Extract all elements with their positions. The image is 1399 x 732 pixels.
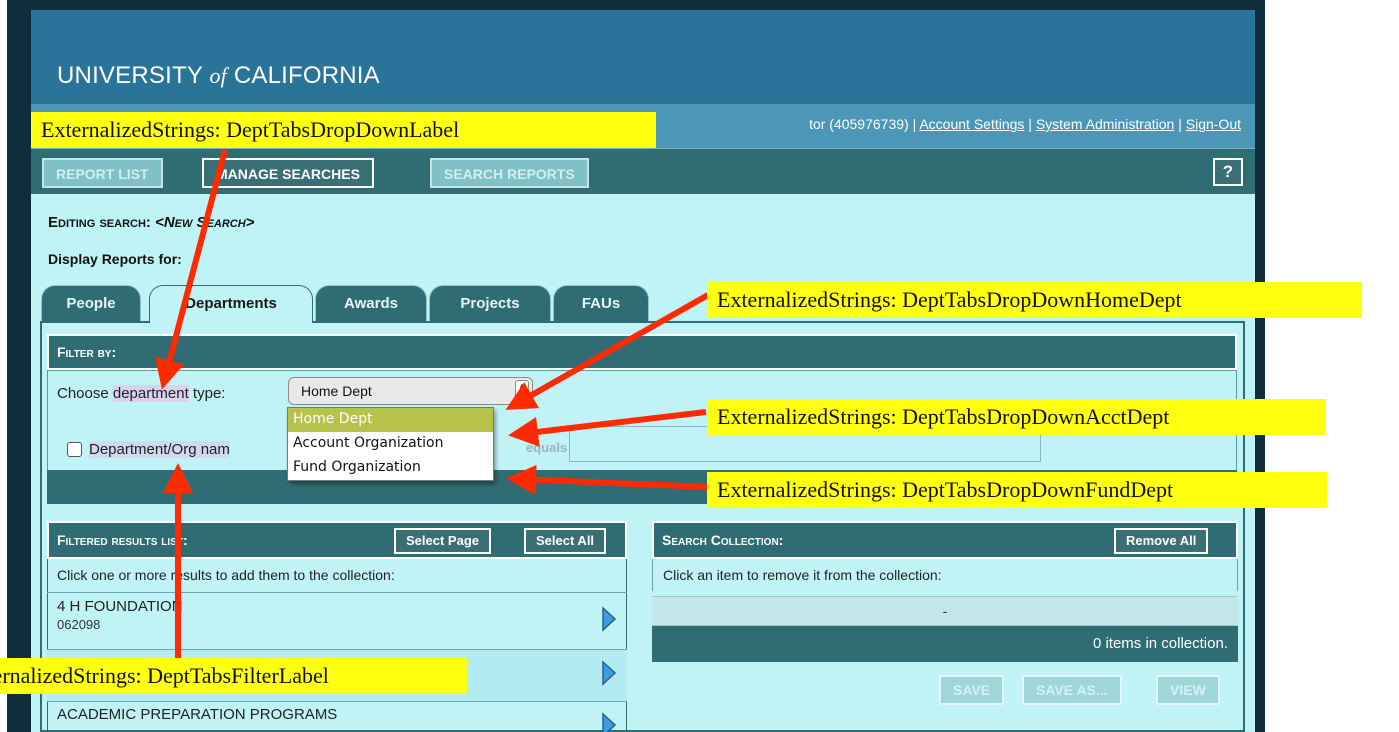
remove-all-button[interactable]: Remove All (1114, 528, 1209, 554)
view-button[interactable]: VIEW (1156, 675, 1220, 705)
play-arrow-icon[interactable] (601, 660, 617, 686)
collection-empty-row: - (652, 596, 1238, 626)
tab-awards[interactable]: Awards (315, 285, 427, 321)
help-button[interactable]: ? (1213, 158, 1243, 186)
user-info: tor (405976739) | (809, 116, 920, 132)
item-name: ACADEMIC PREPARATION PROGRAMS (57, 706, 338, 723)
app-window: UNIVERSITY of CALIFORNIA tor (405976739)… (0, 0, 1265, 732)
system-administration-link[interactable]: System Administration (1036, 116, 1175, 132)
university-logo: UNIVERSITY of CALIFORNIA (57, 62, 380, 90)
page-border-left (7, 0, 31, 732)
save-as-button[interactable]: SAVE AS... (1022, 675, 1122, 705)
annotation-dropdown-label: ExternalizedStrings: DeptTabsDropDownLab… (31, 112, 656, 148)
header: UNIVERSITY of CALIFORNIA (31, 0, 1255, 104)
equals-label: equals (526, 440, 568, 455)
collection-count: 0 items in collection. (652, 626, 1238, 662)
select-value: Home Dept (301, 383, 372, 399)
editing-prefix: Editing search: (48, 214, 156, 231)
tab-people[interactable]: People (41, 285, 141, 321)
list-item[interactable]: 4 H FOUNDATION 062098 (47, 594, 627, 650)
filter-heading: Filter by: (47, 334, 1237, 370)
search-collection-heading: Search Collection: Remove All (652, 521, 1238, 559)
option-account-organization[interactable]: Account Organization (288, 432, 493, 456)
item-name: 4 H FOUNDATION (57, 598, 183, 615)
label-text: Choose (57, 385, 113, 402)
department-type-select[interactable]: Home Dept ▲ ▼ (288, 377, 533, 405)
brand-text-2: CALIFORNIA (233, 62, 380, 89)
option-fund-organization[interactable]: Fund Organization (288, 456, 493, 480)
select-all-button[interactable]: Select All (524, 528, 607, 554)
sign-out-link[interactable]: Sign-Out (1186, 116, 1241, 132)
collection-heading-text: Search Collection: (662, 532, 784, 548)
annotation-acct-dept: ExternalizedStrings: DeptTabsDropDownAcc… (707, 399, 1326, 435)
report-list-button[interactable]: REPORT LIST (42, 158, 163, 188)
main-content: Editing search: <New Search> Display Rep… (31, 194, 1255, 732)
link-separator: | (1174, 116, 1186, 132)
display-reports-label: Display Reports for: (48, 251, 182, 267)
department-org-name-checkbox[interactable] (67, 442, 82, 457)
option-home-dept[interactable]: Home Dept (288, 408, 493, 432)
label-text: type: (188, 385, 226, 402)
results-instructions: Click one or more results to add them to… (47, 559, 627, 593)
play-arrow-icon[interactable] (601, 606, 617, 632)
annotation-fund-dept: ExternalizedStrings: DeptTabsDropDownFun… (707, 472, 1327, 508)
department-type-label: Choose department type: (57, 385, 225, 402)
account-settings-link[interactable]: Account Settings (919, 116, 1024, 132)
list-item[interactable]: ACADEMIC PREPARATION PROGRAMS (47, 702, 627, 732)
page-border-right (1255, 0, 1265, 732)
select-page-button[interactable]: Select Page (394, 528, 491, 554)
play-arrow-icon[interactable] (601, 712, 617, 732)
department-org-name-label: Department/Org nam (89, 441, 230, 458)
annotation-filter-label: ExternalizedStrings: DeptTabsFilterLabel (0, 658, 467, 694)
manage-searches-button[interactable]: MANAGE SEARCHES (202, 158, 374, 188)
label-text: Department/Org nam (89, 441, 230, 458)
annotation-home-dept: ExternalizedStrings: DeptTabsDropDownHom… (707, 282, 1362, 318)
tab-projects[interactable]: Projects (429, 285, 551, 321)
results-heading-text: Filtered results list: (57, 532, 188, 548)
editing-search-title: Editing search: <New Search> (48, 214, 254, 231)
select-arrows-icon: ▲ ▼ (515, 380, 529, 402)
department-type-dropdown: Home Dept Account Organization Fund Orga… (287, 407, 494, 481)
filtered-results-heading: Filtered results list: Select Page Selec… (47, 521, 627, 559)
tab-faus[interactable]: FAUs (553, 285, 649, 321)
link-separator: | (1024, 116, 1036, 132)
brand-text-1: UNIVERSITY (57, 62, 203, 89)
label-highlight: department (112, 385, 189, 402)
collection-instructions: Click an item to remove it from the coll… (652, 559, 1238, 591)
item-code: 062098 (57, 617, 101, 632)
search-name: <New Search> (155, 214, 255, 231)
search-reports-button[interactable]: SEARCH REPORTS (430, 158, 589, 188)
tab-departments[interactable]: Departments (149, 285, 313, 323)
brand-text-of: of (209, 63, 227, 88)
main-nav: REPORT LIST MANAGE SEARCHES SEARCH REPOR… (31, 148, 1255, 194)
user-links: tor (405976739) | Account Settings | Sys… (809, 116, 1241, 132)
save-button[interactable]: SAVE (939, 675, 1005, 705)
